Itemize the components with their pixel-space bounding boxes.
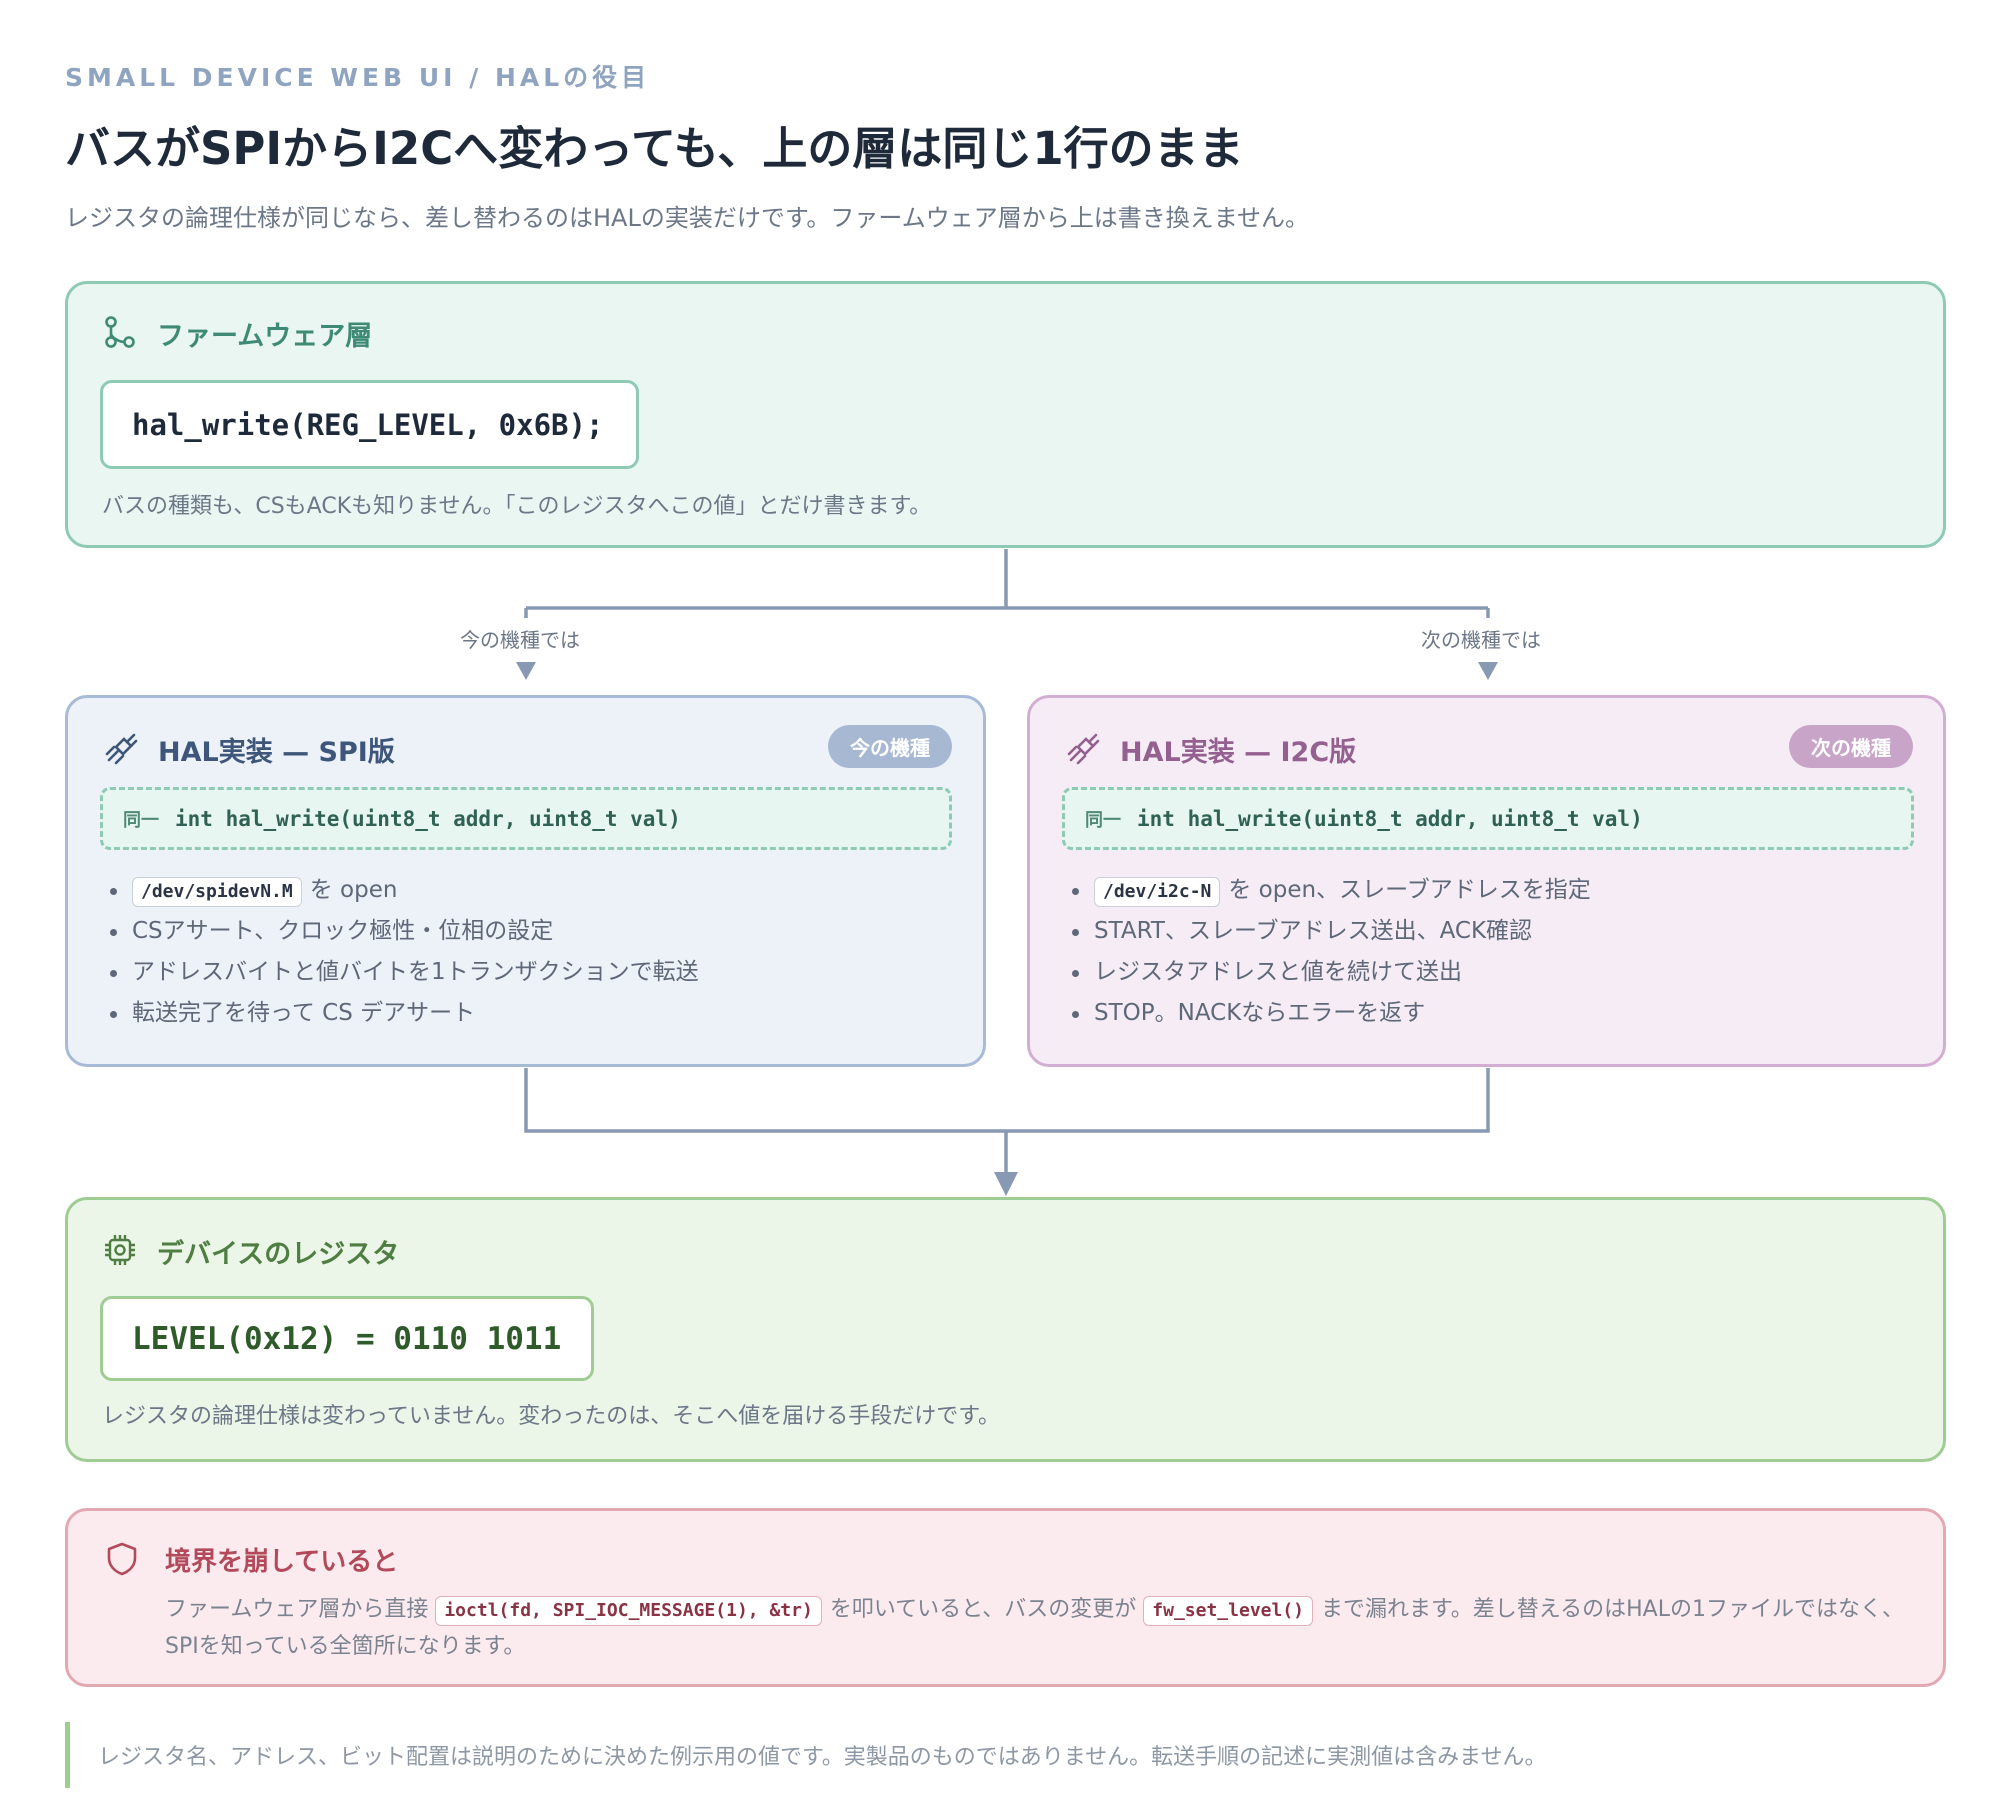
footnote: レジスタ名、アドレス、ビット配置は説明のために決めた例示用の値です。実製品のもの… (65, 1722, 1665, 1788)
spi-title: HAL実装 — SPI版 (158, 737, 395, 768)
firmware-code: hal_write(REG_LEVEL, 0x6B); (100, 380, 639, 469)
list-item: レジスタアドレスと値を続けて送出 (1064, 952, 1591, 993)
plug-icon (105, 733, 138, 765)
signature-code: int hal_write(uint8_t addr, uint8_t val) (1137, 806, 1643, 831)
git-branch-icon (105, 316, 135, 348)
status-badge: 次の機種 (1789, 725, 1913, 768)
device-note: レジスタの論理仕様は変わっていません。変わったのは、そこへ値を届ける手段だけです… (102, 1404, 1001, 1429)
hal-spi-panel: HAL実装 — SPI版 今の機種 同一 int hal_write(uint8… (65, 695, 986, 1067)
same-label: 同一 (1085, 809, 1121, 831)
shield-icon (107, 1542, 137, 1576)
hal-signature: 同一 int hal_write(uint8_t addr, uint8_t v… (100, 787, 952, 850)
list-item: /dev/spidevN.M を open (102, 870, 699, 911)
firmware-title: ファームウェア層 (157, 321, 373, 352)
firmware-layer-panel: ファームウェア層 hal_write(REG_LEVEL, 0x6B); バスの… (65, 281, 1946, 548)
list-item: STOP。NACKならエラーを返す (1064, 993, 1591, 1034)
list-item: 転送完了を待って CS デアサート (102, 993, 699, 1034)
branch-label-next: 次の機種では (1421, 628, 1541, 652)
firmware-note: バスの種類も、CSもACKも知りません。「このレジスタへこの値」とだけ書きます。 (102, 494, 932, 519)
i2c-title: HAL実装 — I2C版 (1120, 737, 1357, 768)
i2c-steps: /dev/i2c-N を open、スレーブアドレスを指定 START、スレーブア… (1064, 870, 1591, 1034)
device-path: /dev/spidevN.M (132, 877, 302, 907)
signature-code: int hal_write(uint8_t addr, uint8_t val) (175, 806, 681, 831)
list-item: CSアサート、クロック極性・位相の設定 (102, 911, 699, 952)
same-label: 同一 (123, 809, 159, 831)
warning-text: ファームウェア層から直接 ioctl(fd, SPI_IOC_MESSAGE(1… (165, 1596, 1904, 1659)
code-chip: fw_set_level() (1143, 1596, 1313, 1626)
hal-signature: 同一 int hal_write(uint8_t addr, uint8_t v… (1062, 787, 1914, 850)
device-path: /dev/i2c-N (1094, 877, 1221, 907)
warning-panel: 境界を崩していると ファームウェア層から直接 ioctl(fd, SPI_IOC… (65, 1508, 1946, 1687)
code-chip: ioctl(fd, SPI_IOC_MESSAGE(1), &tr) (435, 1596, 822, 1626)
spi-steps: /dev/spidevN.M を open CSアサート、クロック極性・位相の設定… (102, 870, 699, 1034)
plug-icon (1067, 733, 1100, 765)
status-badge: 今の機種 (828, 725, 952, 768)
hal-i2c-panel: HAL実装 — I2C版 次の機種 同一 int hal_write(uint8… (1027, 695, 1946, 1067)
device-register-panel: デバイスのレジスタ LEVEL(0x12) = 0110 1011 レジスタの論… (65, 1197, 1946, 1462)
warning-title: 境界を崩していると (165, 1547, 399, 1577)
chip-icon (105, 1235, 135, 1265)
branch-label-current: 今の機種では (460, 628, 580, 652)
register-value: LEVEL(0x12) = 0110 1011 (100, 1296, 594, 1381)
list-item: /dev/i2c-N を open、スレーブアドレスを指定 (1064, 870, 1591, 911)
device-title: デバイスのレジスタ (157, 1239, 400, 1270)
list-item: アドレスバイトと値バイトを1トランザクションで転送 (102, 952, 699, 993)
list-item: START、スレーブアドレス送出、ACK確認 (1064, 911, 1591, 952)
